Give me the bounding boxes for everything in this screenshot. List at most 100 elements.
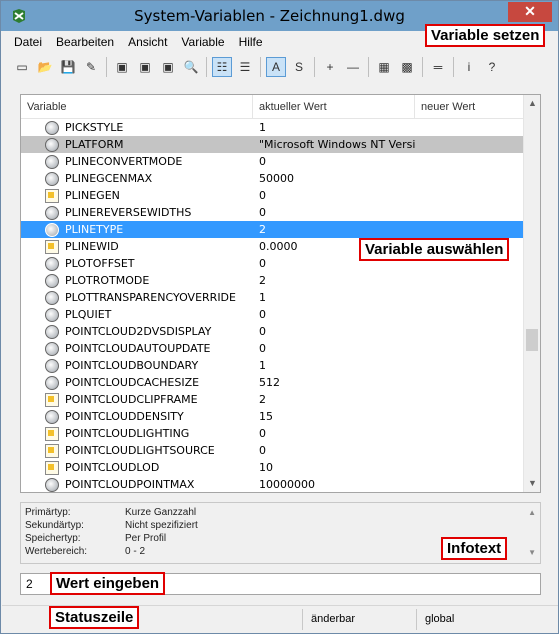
globe-icon <box>45 256 59 271</box>
menu-item-variable[interactable]: Variable <box>174 35 231 49</box>
remove-icon[interactable]: — <box>343 57 363 77</box>
info-key: Speichertyp: <box>25 533 81 544</box>
table-row[interactable]: PLINEGEN 0 <box>21 187 523 204</box>
column-header-variable[interactable]: Variable <box>21 95 253 119</box>
variable-name-cell: PLINETYPE <box>21 222 253 237</box>
sort-s-icon[interactable]: S <box>289 57 309 77</box>
table-row[interactable]: POINTCLOUDAUTOUPDATE 0 <box>21 340 523 357</box>
variable-name: POINTCLOUDCLIPFRAME <box>65 393 198 406</box>
table-row[interactable]: PLINETYPE 2 <box>21 221 523 238</box>
table-row[interactable]: PLINEREVERSEWIDTHS 0 <box>21 204 523 221</box>
app-icon <box>13 9 25 23</box>
table-row[interactable]: PLOTROTMODE 2 <box>21 272 523 289</box>
scroll-up-icon[interactable]: ▲ <box>524 95 540 112</box>
view3-icon[interactable]: ▣ <box>158 57 178 77</box>
current-value-cell: 10 <box>259 461 273 474</box>
table-row[interactable]: POINTCLOUDDENSITY 15 <box>21 408 523 425</box>
view1-icon[interactable]: ▣ <box>112 57 132 77</box>
info-icon[interactable]: i <box>459 57 479 77</box>
variable-name-cell: PLINECONVERTMODE <box>21 154 253 169</box>
variable-name: POINTCLOUDLOD <box>65 461 160 474</box>
current-value-cell: 2 <box>259 223 266 236</box>
variable-list[interactable]: Variable aktueller Wert neuer Wert PICKS… <box>20 94 541 493</box>
equal-icon[interactable]: ═ <box>428 57 448 77</box>
list-view-icon[interactable]: ☷ <box>212 57 232 77</box>
scrollbar-thumb[interactable] <box>526 329 538 351</box>
sort-alpha-icon[interactable]: A <box>266 57 286 77</box>
list-scrollbar[interactable]: ▲ ▼ <box>523 95 540 492</box>
close-button[interactable]: ✕ <box>508 2 552 22</box>
scroll-down-icon[interactable]: ▼ <box>524 475 540 492</box>
variable-name: POINTCLOUDLIGHTSOURCE <box>65 444 215 457</box>
globe-icon <box>45 137 59 152</box>
search-icon[interactable]: 🔍 <box>181 57 201 77</box>
variable-name: POINTCLOUDCACHESIZE <box>65 376 200 389</box>
info-scroll-up-icon[interactable]: ▲ <box>528 508 536 517</box>
toolbar-separator <box>206 57 207 77</box>
current-value-cell: 1 <box>259 291 266 304</box>
column-header-new-value[interactable]: neuer Wert <box>415 95 523 119</box>
column-header-current-value[interactable]: aktueller Wert <box>253 95 415 119</box>
table-row[interactable]: POINTCLOUDLIGHTING 0 <box>21 425 523 442</box>
table-row[interactable]: PLINECONVERTMODE 0 <box>21 153 523 170</box>
variable-name: PICKSTYLE <box>65 121 124 134</box>
variable-name: PLINEGEN <box>65 189 120 202</box>
variable-name: POINTCLOUDPOINTMAX <box>65 478 195 491</box>
current-value-cell: 0 <box>259 206 266 219</box>
table-row[interactable]: PLINEGCENMAX 50000 <box>21 170 523 187</box>
document-icon <box>45 239 59 254</box>
save-icon[interactable]: 💾 <box>58 57 78 77</box>
current-value-cell: 2 <box>259 274 266 287</box>
monitor2-icon[interactable]: ▩ <box>397 57 417 77</box>
variable-name: POINTCLOUDBOUNDARY <box>65 359 199 372</box>
table-row[interactable]: PLQUIET 0 <box>21 306 523 323</box>
help-icon[interactable]: ? <box>482 57 502 77</box>
table-row[interactable]: PLATFORM "Microsoft Windows NT Version 6 <box>21 136 523 153</box>
toolbar-separator <box>260 57 261 77</box>
info-row: Primärtyp: Kurze Ganzzahl <box>25 507 196 518</box>
globe-icon <box>45 205 59 220</box>
table-row[interactable]: POINTCLOUDPOINTMAX 10000000 <box>21 476 523 492</box>
monitor1-icon[interactable]: ▦ <box>374 57 394 77</box>
current-value-cell: 0 <box>259 427 266 440</box>
table-row[interactable]: PICKSTYLE 1 <box>21 119 523 136</box>
current-value-cell: 1 <box>259 359 266 372</box>
toolbar-separator <box>314 57 315 77</box>
add-icon[interactable]: + <box>320 57 340 77</box>
table-row[interactable]: POINTCLOUDBOUNDARY 1 <box>21 357 523 374</box>
new-icon[interactable]: ▭ <box>12 57 32 77</box>
table-row[interactable]: PLOTTRANSPARENCYOVERRIDE 1 <box>21 289 523 306</box>
table-row[interactable]: POINTCLOUDCACHESIZE 512 <box>21 374 523 391</box>
globe-icon <box>45 120 59 135</box>
grid-view-icon[interactable]: ☰ <box>235 57 255 77</box>
current-value-cell: 0 <box>259 308 266 321</box>
globe-icon <box>45 375 59 390</box>
system-variables-window: System-Variablen - Zeichnung1.dwg ✕ Date… <box>0 0 559 634</box>
table-row[interactable]: POINTCLOUDLOD 10 <box>21 459 523 476</box>
edit-icon[interactable]: ✎ <box>81 57 101 77</box>
info-scroll-down-icon[interactable]: ▼ <box>528 548 536 557</box>
info-key: Primärtyp: <box>25 507 71 518</box>
variable-rows: PICKSTYLE 1 PLATFORM "Microsoft Windows NT … <box>21 119 523 492</box>
variable-name-cell: POINTCLOUDLIGHTSOURCE <box>21 443 253 458</box>
table-row[interactable]: POINTCLOUD2DVSDISPLAY 0 <box>21 323 523 340</box>
menu-item-bearbeiten[interactable]: Bearbeiten <box>49 35 121 49</box>
status-divider <box>302 609 303 630</box>
table-row[interactable]: POINTCLOUDLIGHTSOURCE 0 <box>21 442 523 459</box>
variable-name-cell: POINTCLOUDLOD <box>21 460 253 475</box>
globe-icon <box>45 341 59 356</box>
variable-name: PLOTROTMODE <box>65 274 150 287</box>
menu-item-hilfe[interactable]: Hilfe <box>232 35 270 49</box>
open-icon[interactable]: 📂 <box>35 57 55 77</box>
menu-item-ansicht[interactable]: Ansicht <box>121 35 174 49</box>
variable-name-cell: PICKSTYLE <box>21 120 253 135</box>
menu-item-datei[interactable]: Datei <box>2 35 49 49</box>
variable-name-cell: PLOTTRANSPARENCYOVERRIDE <box>21 290 253 305</box>
info-value: 0 - 2 <box>125 546 146 557</box>
table-row[interactable]: POINTCLOUDCLIPFRAME 2 <box>21 391 523 408</box>
info-value: Per Profil <box>125 533 167 544</box>
toolbar-separator <box>368 57 369 77</box>
view2-icon[interactable]: ▣ <box>135 57 155 77</box>
variable-name-cell: POINTCLOUDBOUNDARY <box>21 358 253 373</box>
variable-name-cell: POINTCLOUDAUTOUPDATE <box>21 341 253 356</box>
